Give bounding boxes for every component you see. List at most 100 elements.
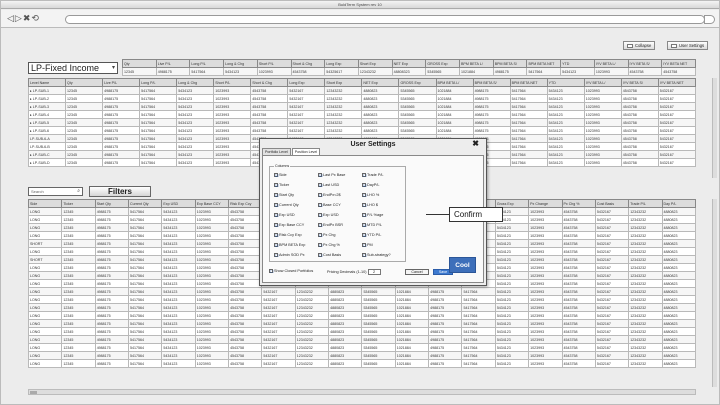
column-option[interactable]: ☑YTD P/L [362, 233, 381, 238]
column-checkbox[interactable]: ☐ [318, 243, 323, 248]
table-row[interactable]: LONG 12345 4988175 5417564 5434123 1023993 454… [27, 287, 697, 296]
column-option[interactable]: ☑DayP/L [362, 183, 379, 188]
column-checkbox[interactable]: ☑ [274, 183, 279, 188]
column-header[interactable]: Exp Base CCY [194, 199, 230, 208]
column-header[interactable]: Qty [65, 78, 104, 87]
column-checkbox[interactable]: ☑ [274, 203, 279, 208]
column-checkbox[interactable]: ☐ [318, 253, 323, 258]
column-checkbox[interactable]: ☐ [318, 233, 323, 238]
scroll-thumb[interactable] [30, 391, 37, 394]
column-header[interactable]: Short & Chg [250, 78, 289, 87]
column-option[interactable]: ☑Risk Ccy Exp [274, 233, 302, 238]
tab-position-level[interactable]: Position Level [291, 148, 321, 155]
column-option[interactable]: ☐Exp USD [318, 213, 339, 218]
column-checkbox[interactable]: ☐ [318, 193, 323, 198]
column-header[interactable]: Ticker [61, 199, 96, 208]
column-header[interactable]: YTD [546, 78, 585, 87]
table-row[interactable]: LONG 12345 4988175 5417564 5434123 1023993 454… [27, 351, 697, 360]
table-row[interactable]: LONG 12345 4988175 5417564 5434123 1023993 454… [27, 343, 697, 352]
column-header[interactable]: Side [27, 199, 63, 208]
column-checkbox[interactable]: ☐ [318, 203, 323, 208]
column-header[interactable]: Long & Chg [176, 78, 215, 87]
column-header[interactable]: Day P/L [661, 199, 697, 208]
search-input[interactable]: Search ⌕ [28, 187, 83, 196]
column-header[interactable]: Long Exp [287, 78, 326, 87]
address-bar[interactable] [65, 15, 705, 24]
column-header[interactable]: Long P/L [139, 78, 178, 87]
column-option[interactable]: ☑Side [274, 173, 287, 178]
positions-scrollbar[interactable] [712, 199, 717, 387]
column-option[interactable]: ☐Px Chg % [318, 243, 340, 248]
column-option[interactable]: ☐EndPx<2$ [318, 193, 341, 198]
column-header[interactable]: BPM BETA L/ [435, 78, 474, 87]
column-header[interactable]: Risk Exp Ccy [228, 199, 263, 208]
table-row[interactable]: LONG 12345 4988175 5417564 5434123 1023993 454… [27, 319, 697, 328]
column-header[interactable]: Px Chg % [561, 199, 596, 208]
column-checkbox[interactable]: ☑ [362, 233, 367, 238]
table-row[interactable]: LONG 12345 4988175 5417564 5434123 1023993 454… [27, 311, 697, 320]
column-checkbox[interactable]: ☐ [318, 223, 323, 228]
column-option[interactable]: ☐EndPx BSR [318, 223, 343, 228]
column-header[interactable]: IYV BETA S/ [620, 78, 659, 87]
table-row[interactable]: ▸ LP-SUB-2 12345 4988175 5417564 5434123 1023… [27, 94, 697, 103]
column-checkbox[interactable]: ☐ [362, 243, 367, 248]
column-option[interactable]: ☑Exp Base CCY [274, 223, 304, 228]
column-option[interactable]: ☐P/L %age [362, 213, 383, 218]
filters-button[interactable]: Filters [89, 186, 151, 197]
column-option[interactable]: ☑BPM BETA Exp [274, 243, 305, 248]
column-header[interactable]: IYV BETA NET [657, 78, 697, 87]
column-header[interactable]: Short Exp [324, 78, 363, 87]
cancel-button[interactable]: Cancel [405, 269, 429, 275]
portfolio-select[interactable]: LP-Fixed Income ▾ [28, 62, 118, 74]
tree-scrollbar[interactable] [712, 78, 717, 178]
show-closed-option[interactable]: ☐Show Closed Portfolios [269, 269, 313, 274]
column-option[interactable]: ☑Last USD [318, 183, 339, 188]
column-checkbox[interactable]: ☑ [274, 193, 279, 198]
column-header[interactable]: Cost Basis [594, 199, 630, 208]
table-row[interactable]: LONG 12345 4988175 5417564 5434123 1023993 454… [27, 295, 697, 304]
column-checkbox[interactable]: ☑ [318, 173, 323, 178]
column-header[interactable]: Short P/L [213, 78, 252, 87]
column-option[interactable]: ☐Trade P/L [362, 173, 384, 178]
column-checkbox[interactable]: ☐ [362, 213, 367, 218]
column-option[interactable]: ☐LHO % [362, 193, 379, 198]
table-row[interactable]: LONG 12345 4988175 5417564 5434123 1023993 454… [27, 327, 697, 336]
column-option[interactable]: ☑Exp USD [274, 213, 295, 218]
user-settings-button[interactable]: User Settings [667, 41, 709, 50]
column-option[interactable]: ☑Last Px Base [318, 173, 345, 178]
column-header[interactable]: Start Qty [94, 199, 130, 208]
column-option[interactable]: ☐LHO $ [362, 203, 378, 208]
tab-portfolio-level[interactable]: Portfolio Level [262, 148, 291, 155]
column-header[interactable]: BPM BETA S/ [472, 78, 511, 87]
column-checkbox[interactable]: ☐ [318, 213, 323, 218]
close-icon[interactable]: ✖ [472, 139, 479, 148]
column-checkbox[interactable]: ☑ [362, 183, 367, 188]
column-checkbox[interactable]: ☑ [274, 223, 279, 228]
column-header[interactable]: Px Change [528, 199, 563, 208]
column-header[interactable]: Exp USD [161, 199, 196, 208]
table-row[interactable]: ▸ LP-SUB-3 12345 4988175 5417564 5434123 1023… [27, 102, 697, 111]
table-row[interactable]: LONG 12345 4988175 5417564 5434123 1023993 454… [27, 303, 697, 312]
column-checkbox[interactable]: ☑ [318, 183, 323, 188]
table-row[interactable]: ▸ LP-SUB-6 12345 4988175 5417564 5434123 1023… [27, 126, 697, 135]
column-checkbox[interactable]: ☐ [274, 253, 279, 258]
column-checkbox[interactable]: ☐ [362, 253, 367, 258]
column-checkbox[interactable]: ☑ [274, 233, 279, 238]
nav-buttons[interactable]: ◁▷✖⟲ [7, 14, 40, 24]
table-row[interactable]: ▸ LP-SUB-1 12345 4988175 5417564 5434123 1023… [27, 86, 697, 95]
table-row[interactable]: LONG 12345 4988175 5417564 5434123 1023993 454… [27, 359, 697, 368]
column-checkbox[interactable]: ☐ [362, 193, 367, 198]
column-option[interactable]: ☑Current Qty [274, 203, 299, 208]
column-option[interactable]: ☑Ticker [274, 183, 289, 188]
column-checkbox[interactable]: ☑ [274, 213, 279, 218]
column-header[interactable]: NET Exp [361, 78, 400, 87]
column-option[interactable]: ☐Px Chg [318, 233, 335, 238]
column-header[interactable]: Live P/L [102, 78, 141, 87]
pricing-decimals-input[interactable]: 2 [367, 269, 381, 275]
column-header[interactable]: Current Qty [128, 199, 163, 208]
column-checkbox[interactable]: ☐ [362, 203, 367, 208]
table-row[interactable]: ▸ LP-SUB-5 12345 4988175 5417564 5434123 1023… [27, 118, 697, 127]
column-option[interactable]: ☑Start Qty [274, 193, 294, 198]
horizontal-scrollbar[interactable] [28, 389, 696, 395]
column-option[interactable]: ☐Admin SOD Px [274, 253, 305, 258]
